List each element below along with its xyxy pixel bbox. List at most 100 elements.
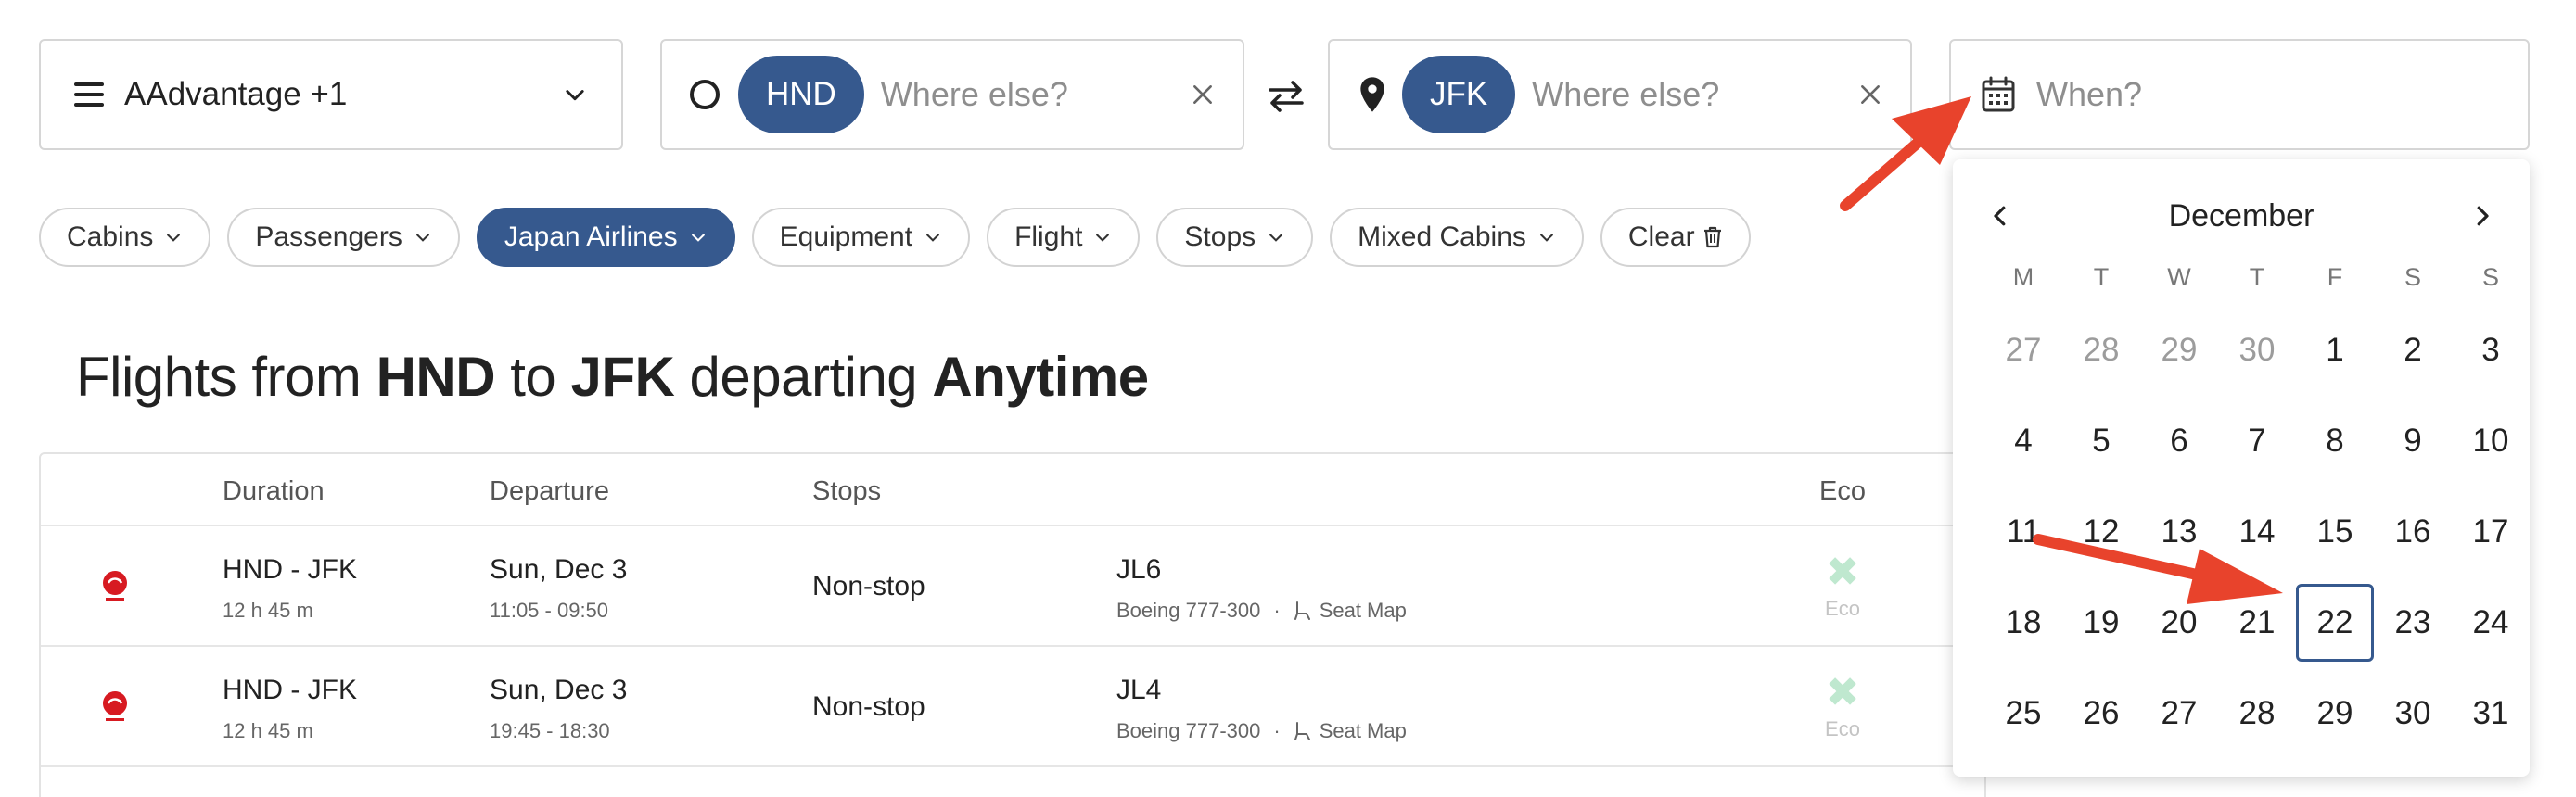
chevron-down-icon [1096, 234, 1110, 242]
calendar-day[interactable]: 2 [2374, 311, 2452, 389]
origin-airport-chip[interactable]: HND [738, 56, 864, 133]
calendar-day[interactable]: 11 [1984, 493, 2062, 571]
calendar-day[interactable]: 14 [2218, 493, 2296, 571]
calendar-day[interactable]: 12 [2062, 493, 2140, 571]
filter-label: Mixed Cabins [1358, 221, 1526, 252]
calendar-day-selected[interactable]: 22 [2296, 584, 2374, 662]
table-row[interactable]: HND - JFK 12 h 45 m Sun, Dec 3 19:45 - 1… [41, 647, 1984, 767]
date-input[interactable]: When? [2036, 75, 2498, 114]
filter-label: Japan Airlines [504, 221, 678, 252]
filter-label: Passengers [255, 221, 402, 252]
calendar-day[interactable]: 10 [2452, 402, 2530, 480]
filter-cabins[interactable]: Cabins [39, 208, 211, 267]
calendar-day[interactable]: 30 [2218, 311, 2296, 389]
chevron-down-icon [691, 234, 705, 242]
calendar-day[interactable]: 26 [2062, 675, 2140, 753]
program-label: AAdvantage +1 [124, 76, 348, 112]
japan-airlines-logo [103, 571, 127, 601]
table-row[interactable]: HND - JFK 12 h 45 m Sun, Dec 3 11:05 - 0… [41, 526, 1984, 647]
departure-cell: Sun, Dec 3 11:05 - 09:50 [490, 554, 627, 623]
calendar-day[interactable]: 18 [1984, 584, 2062, 662]
filter-passengers[interactable]: Passengers [227, 208, 460, 267]
header-departure[interactable]: Departure [490, 476, 609, 507]
calendar-day[interactable]: 8 [2296, 402, 2374, 480]
loyalty-program-select[interactable]: AAdvantage +1 [39, 39, 623, 150]
filter-mixed-cabins[interactable]: Mixed Cabins [1330, 208, 1584, 267]
calendar-month: December [2168, 198, 2315, 234]
aircraft: Boeing 777-300 [1116, 599, 1261, 622]
clear-destination-icon[interactable] [1858, 82, 1882, 107]
departure-times: 11:05 - 09:50 [490, 599, 609, 622]
chevron-down-icon [167, 234, 181, 242]
weekday-label: M [2012, 263, 2034, 291]
calendar-day[interactable]: 25 [1984, 675, 2062, 753]
page-title: Flights from HND to JFK departing Anytim… [76, 345, 1149, 409]
calendar-day[interactable]: 19 [2062, 584, 2140, 662]
destination-airport-chip[interactable]: JFK [1402, 56, 1516, 133]
departure-times: 19:45 - 18:30 [490, 719, 610, 742]
calendar-day[interactable]: 27 [1984, 311, 2062, 389]
seat-map-link[interactable]: Seat Map [1294, 719, 1407, 743]
filter-stops[interactable]: Stops [1156, 208, 1314, 267]
seat-map-link[interactable]: Seat Map [1294, 599, 1407, 623]
calendar-day[interactable]: 13 [2140, 493, 2218, 571]
filter-airline[interactable]: Japan Airlines [476, 208, 735, 267]
flight-details: Boeing 777-300 · Seat Map [1116, 599, 1407, 623]
calendar-day[interactable]: 29 [2140, 311, 2218, 389]
flight-cell: JL4 Boeing 777-300 · Seat Map [1116, 675, 1407, 743]
calendar-day[interactable]: 31 [2452, 675, 2530, 753]
calendar-day[interactable]: 15 [2296, 493, 2374, 571]
route: HND - JFK [223, 554, 357, 585]
departure-date: Sun, Dec 3 [490, 554, 628, 585]
origin-input[interactable]: Where else? [881, 75, 1191, 114]
calendar-day[interactable]: 7 [2218, 402, 2296, 480]
eco-cell[interactable]: ✖ Eco [1819, 552, 1866, 621]
swap-icon[interactable] [1267, 80, 1306, 113]
destination-field[interactable]: JFK Where else? [1328, 39, 1912, 150]
clear-origin-icon[interactable] [1191, 82, 1215, 107]
calendar-day[interactable]: 29 [2296, 675, 2374, 753]
calendar-icon [1982, 76, 2015, 112]
header-eco[interactable]: Eco [1819, 476, 1866, 507]
clear-filters-button[interactable]: Clear [1600, 208, 1751, 267]
calendar-day[interactable]: 30 [2374, 675, 2452, 753]
calendar-day[interactable]: 5 [2062, 402, 2140, 480]
calendar-day[interactable]: 28 [2062, 311, 2140, 389]
weekday-label: W [2167, 263, 2191, 291]
japan-airlines-logo [103, 691, 127, 721]
title-origin: HND [376, 346, 496, 408]
calendar-day[interactable]: 24 [2452, 584, 2530, 662]
calendar-day[interactable]: 9 [2374, 402, 2452, 480]
filter-flight[interactable]: Flight [987, 208, 1141, 267]
weekday-label: T [2093, 263, 2110, 291]
calendar-day[interactable]: 28 [2218, 675, 2296, 753]
flight-number: JL6 [1116, 554, 1162, 585]
filter-label: Flight [1014, 221, 1083, 252]
header-duration[interactable]: Duration [223, 476, 325, 507]
calendar-day[interactable]: 27 [2140, 675, 2218, 753]
filter-equipment[interactable]: Equipment [751, 208, 971, 267]
chevron-right-icon[interactable] [2468, 202, 2496, 230]
header-stops[interactable]: Stops [812, 476, 881, 507]
title-destination: JFK [570, 346, 675, 408]
calendar-day[interactable]: 6 [2140, 402, 2218, 480]
calendar-day[interactable]: 20 [2140, 584, 2218, 662]
calendar-day[interactable]: 1 [2296, 311, 2374, 389]
calendar-day[interactable]: 23 [2374, 584, 2452, 662]
eco-label: Eco [1825, 717, 1860, 740]
filter-label: Clear [1627, 221, 1695, 252]
calendar-day[interactable]: 3 [2452, 311, 2530, 389]
calendar-day[interactable]: 16 [2374, 493, 2452, 571]
calendar-day[interactable]: 4 [1984, 402, 2062, 480]
eco-cell[interactable]: ✖ Eco [1819, 673, 1866, 741]
calendar-day[interactable]: 17 [2452, 493, 2530, 571]
table-header: Duration Departure Stops Eco [41, 454, 1984, 526]
flight-number: JL4 [1116, 675, 1162, 705]
stops: Non-stop [812, 691, 925, 722]
title-to: to [510, 346, 556, 408]
calendar-day[interactable]: 21 [2218, 584, 2296, 662]
origin-field[interactable]: HND Where else? [660, 39, 1244, 150]
destination-input[interactable]: Where else? [1532, 75, 1858, 114]
date-field[interactable]: When? [1949, 39, 2530, 150]
separator-dot: · [1273, 599, 1281, 622]
